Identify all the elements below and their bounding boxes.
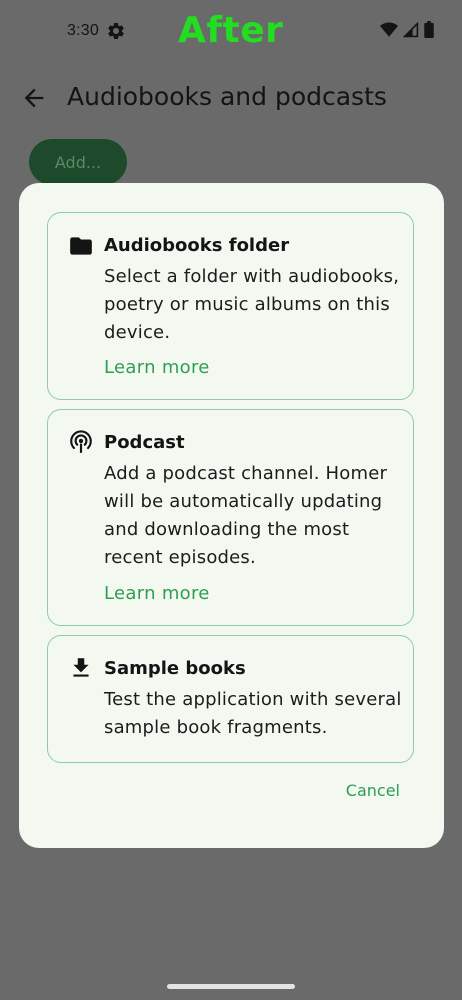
status-bar: 3:30 After <box>0 0 462 62</box>
podcast-icon <box>70 430 92 453</box>
signal-icon <box>403 21 419 37</box>
card-title: Sample books <box>104 658 246 679</box>
wifi-icon <box>380 22 398 37</box>
card-description: Test the application with several sample… <box>104 689 402 738</box>
download-icon <box>73 658 89 677</box>
battery-icon <box>424 21 434 38</box>
card-description: Select a folder with audiobooks, poetry … <box>104 266 400 343</box>
back-arrow-icon[interactable] <box>20 84 48 112</box>
cancel-button[interactable]: Cancel <box>346 781 400 800</box>
learn-more-link[interactable]: Learn more <box>104 583 210 604</box>
audiobooks-folder-card[interactable]: Audiobooks folder Select a folder with a… <box>47 212 414 400</box>
learn-more-link[interactable]: Learn more <box>104 357 210 378</box>
settings-gear-icon <box>108 22 124 39</box>
podcast-card[interactable]: Podcast Add a podcast channel. Homer wil… <box>47 409 414 626</box>
after-label: After <box>178 10 284 51</box>
gesture-nav-handle[interactable] <box>167 984 295 989</box>
status-time: 3:30 <box>67 22 99 39</box>
card-description: Add a podcast channel. Homer will be aut… <box>104 463 388 568</box>
page-title: Audiobooks and podcasts <box>67 82 387 111</box>
system-icons <box>380 21 434 38</box>
add-button[interactable]: Add... <box>29 139 127 185</box>
card-title: Audiobooks folder <box>104 235 290 256</box>
add-source-dialog: Audiobooks folder Select a folder with a… <box>19 183 444 848</box>
folder-icon <box>70 237 92 255</box>
app-bar: Audiobooks and podcasts <box>0 70 462 126</box>
card-title: Podcast <box>104 432 185 453</box>
sample-books-card[interactable]: Sample books Test the application with s… <box>47 635 414 763</box>
